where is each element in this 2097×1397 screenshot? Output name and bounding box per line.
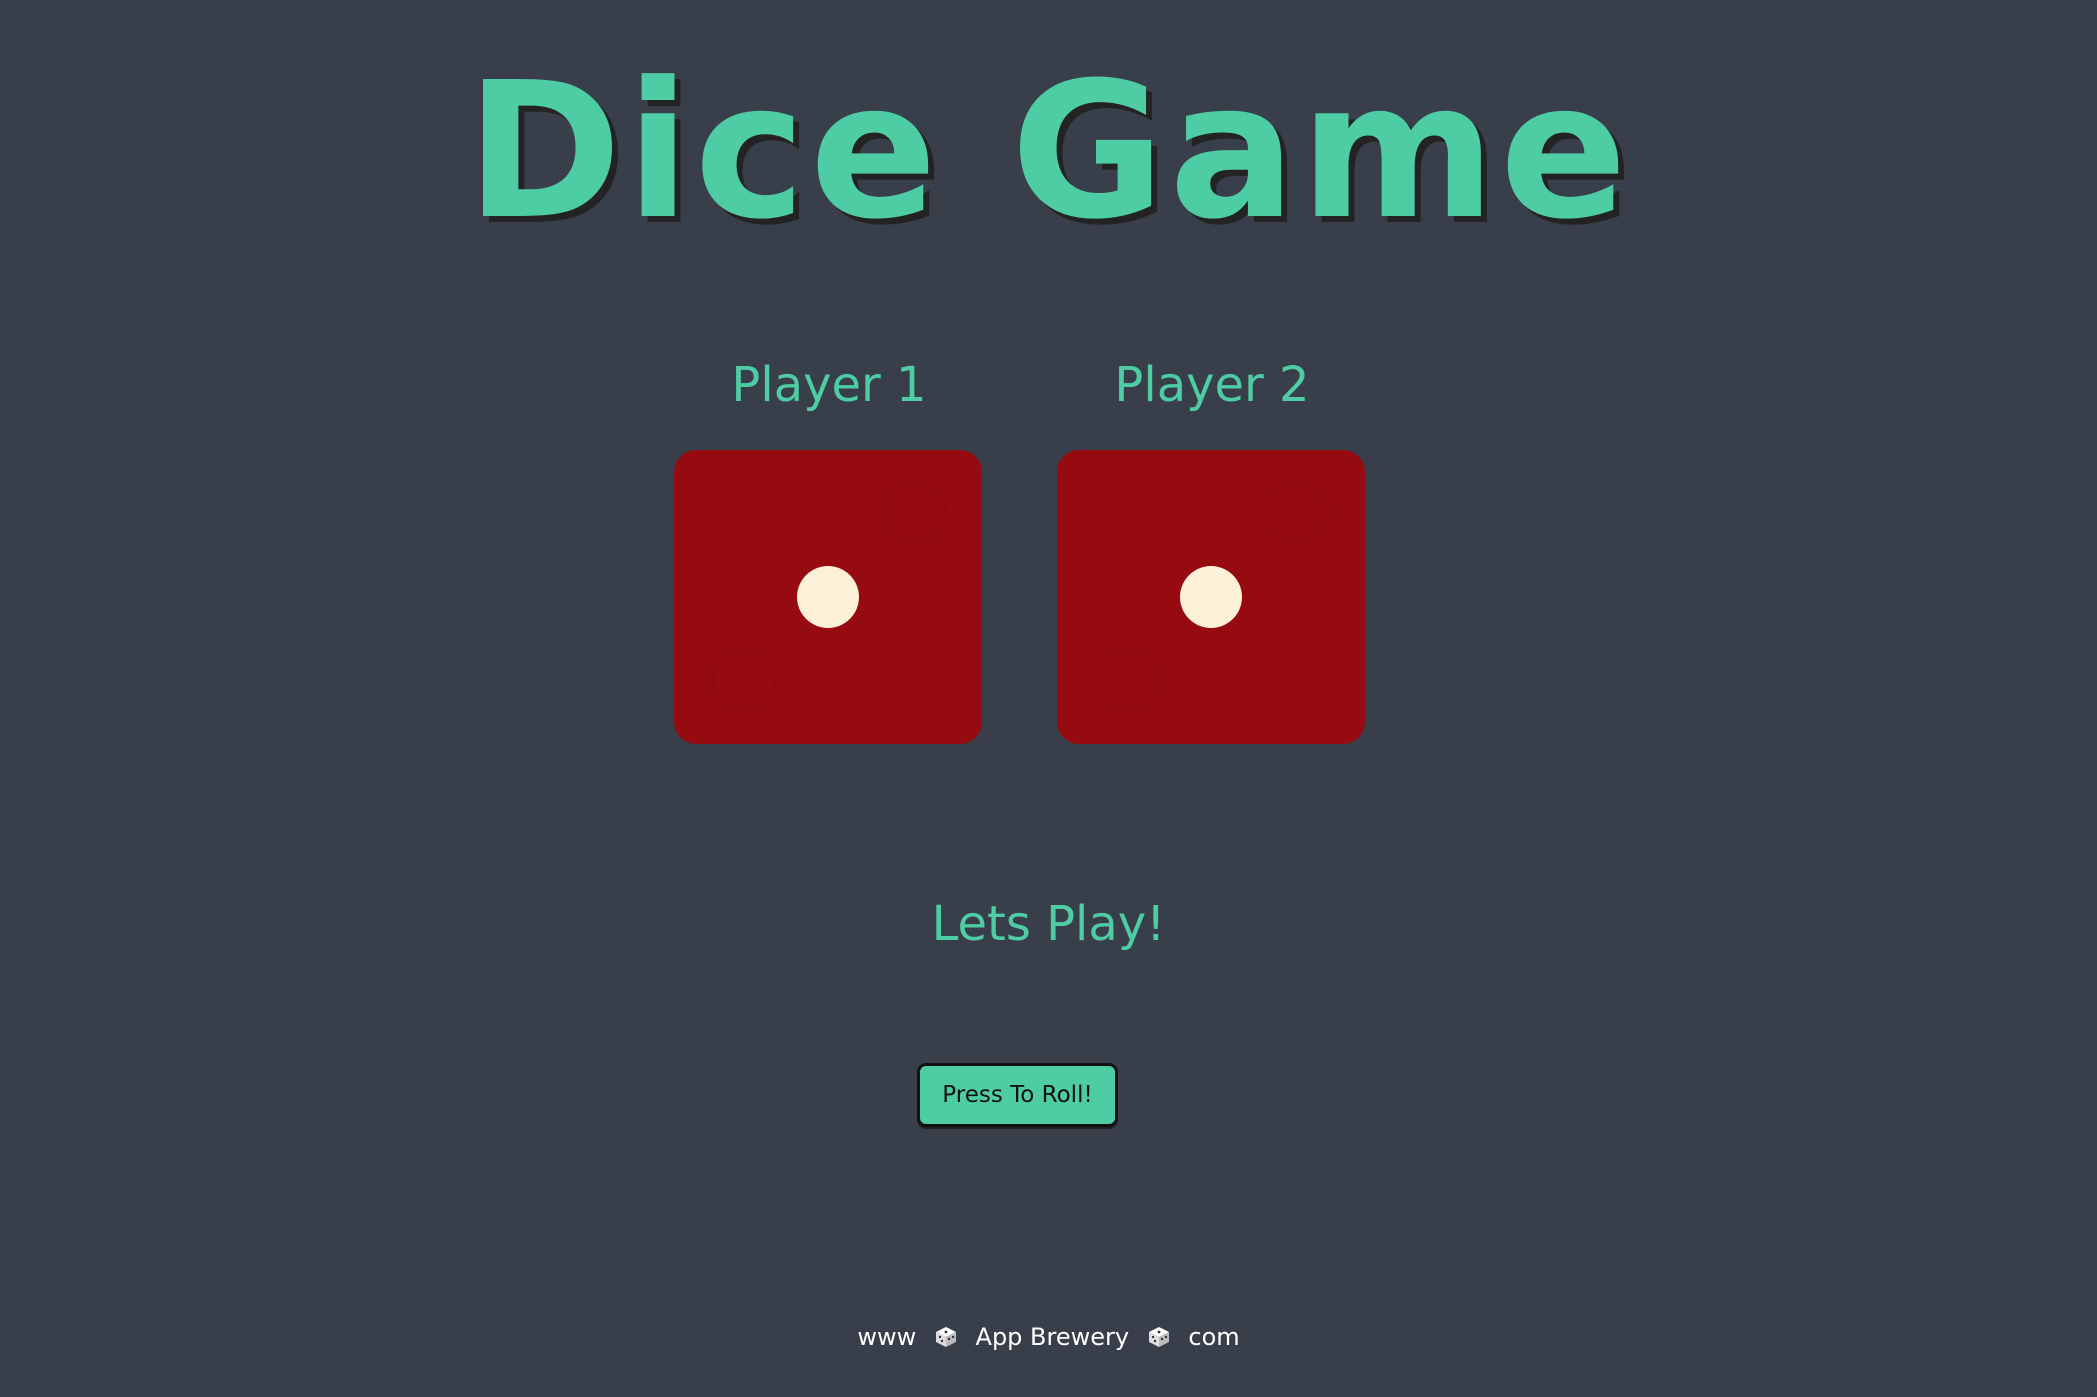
faded-pip <box>882 480 946 544</box>
dice-icon <box>935 1327 956 1347</box>
player-1-label: Player 1 <box>731 357 927 413</box>
page-title: Dice Game <box>465 42 1632 261</box>
dice-icon <box>1148 1327 1169 1347</box>
footer-suffix: com <box>1188 1323 1240 1351</box>
status-message: Lets Play! <box>931 896 1166 952</box>
roll-button[interactable]: Press To Roll! <box>917 1063 1118 1127</box>
faded-pip <box>712 648 776 712</box>
player-2-die <box>1057 450 1365 744</box>
player-2-panel: Player 2 <box>1057 360 1367 744</box>
faded-pip <box>1095 648 1159 712</box>
footer-brand: App Brewery <box>975 1323 1130 1351</box>
player-2-label: Player 2 <box>1114 357 1310 413</box>
die-pip <box>1180 566 1242 628</box>
player-1-die <box>674 450 982 744</box>
player-1-panel: Player 1 <box>674 360 984 744</box>
footer: www App Brewery com <box>0 1322 2097 1351</box>
footer-prefix: www <box>857 1323 917 1351</box>
faded-pip <box>1265 480 1329 544</box>
die-pip <box>797 566 859 628</box>
dice-game-page: Dice Game Player 1 Player 2 Lets Play! P… <box>0 0 2097 1397</box>
